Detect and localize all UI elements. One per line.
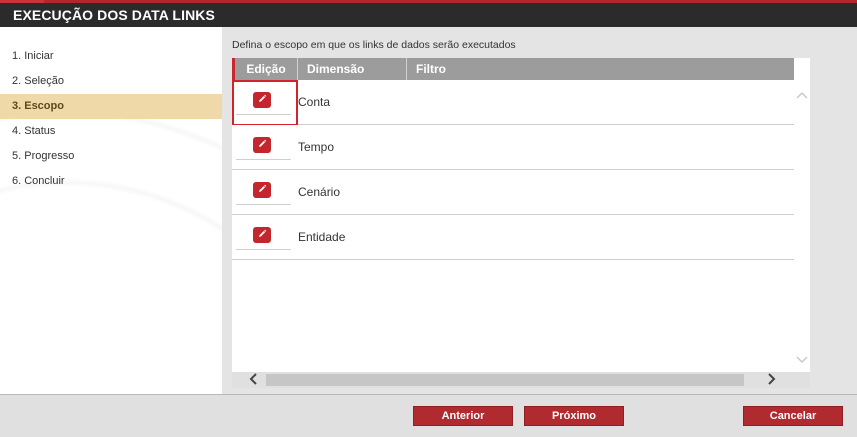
grid-header: Edição Dimensão Filtro <box>232 58 794 80</box>
step-iniciar[interactable]: 1. Iniciar <box>0 44 222 69</box>
horizontal-scrollbar[interactable] <box>232 372 810 388</box>
step-progresso[interactable]: 5. Progresso <box>0 144 222 169</box>
edit-button[interactable] <box>253 92 271 108</box>
steps-list: 1. Iniciar 2. Seleção 3. Escopo 4. Statu… <box>0 27 222 194</box>
edit-cell <box>232 125 297 170</box>
edit-cell <box>232 215 297 260</box>
column-header-filter[interactable]: Filtro <box>407 58 794 80</box>
step-concluir[interactable]: 6. Concluir <box>0 169 222 194</box>
cancel-button[interactable]: Cancelar <box>743 406 843 426</box>
chevron-down-icon[interactable] <box>794 353 810 368</box>
table-row[interactable]: Entidade <box>232 215 794 260</box>
pencil-icon <box>257 229 267 242</box>
table-row[interactable]: Tempo <box>232 125 794 170</box>
table-row[interactable]: Conta <box>232 80 794 126</box>
dimension-cell: Cenário <box>298 185 341 199</box>
edit-cell <box>232 170 297 215</box>
chevron-right-icon[interactable] <box>763 372 779 388</box>
edit-button[interactable] <box>253 137 271 153</box>
footer-bar: Anterior Próximo Cancelar <box>0 394 857 437</box>
chevron-up-icon[interactable] <box>794 88 810 103</box>
pencil-icon <box>257 94 267 107</box>
step-selecao[interactable]: 2. Seleção <box>0 69 222 94</box>
edit-cell-divider <box>236 159 291 160</box>
edit-cell <box>232 80 298 126</box>
edit-button[interactable] <box>253 227 271 243</box>
step-status[interactable]: 4. Status <box>0 119 222 144</box>
wizard-steps-sidebar: 1. Iniciar 2. Seleção 3. Escopo 4. Statu… <box>0 27 222 394</box>
grid-rows: Conta Tempo Cenário Entidade <box>232 80 794 260</box>
main-content: Defina o escopo em que os links de dados… <box>222 27 857 394</box>
previous-button[interactable]: Anterior <box>413 406 513 426</box>
horizontal-scroll-thumb[interactable] <box>266 374 744 386</box>
pencil-icon <box>257 184 267 197</box>
vertical-scrollbar[interactable] <box>794 80 810 372</box>
column-header-edit[interactable]: Edição <box>235 58 298 80</box>
table-row[interactable]: Cenário <box>232 170 794 215</box>
edit-cell-divider <box>236 249 291 250</box>
next-button[interactable]: Próximo <box>524 406 624 426</box>
title-bar: EXECUÇÃO DOS DATA LINKS <box>0 0 857 27</box>
scope-grid: Edição Dimensão Filtro Conta Tempo Cenár… <box>232 58 810 388</box>
pencil-icon <box>257 139 267 152</box>
dimension-cell: Entidade <box>298 230 346 244</box>
window-title: EXECUÇÃO DOS DATA LINKS <box>13 7 215 23</box>
dimension-cell: Tempo <box>298 140 335 154</box>
edit-button[interactable] <box>253 182 271 198</box>
instruction-text: Defina o escopo em que os links de dados… <box>232 39 516 51</box>
edit-cell-divider <box>236 204 291 205</box>
title-accent <box>0 0 44 3</box>
step-escopo[interactable]: 3. Escopo <box>0 94 222 119</box>
chevron-left-icon[interactable] <box>246 372 262 388</box>
column-header-dimension[interactable]: Dimensão <box>298 58 407 80</box>
edit-cell-divider <box>236 114 291 115</box>
dimension-cell: Conta <box>298 95 331 109</box>
